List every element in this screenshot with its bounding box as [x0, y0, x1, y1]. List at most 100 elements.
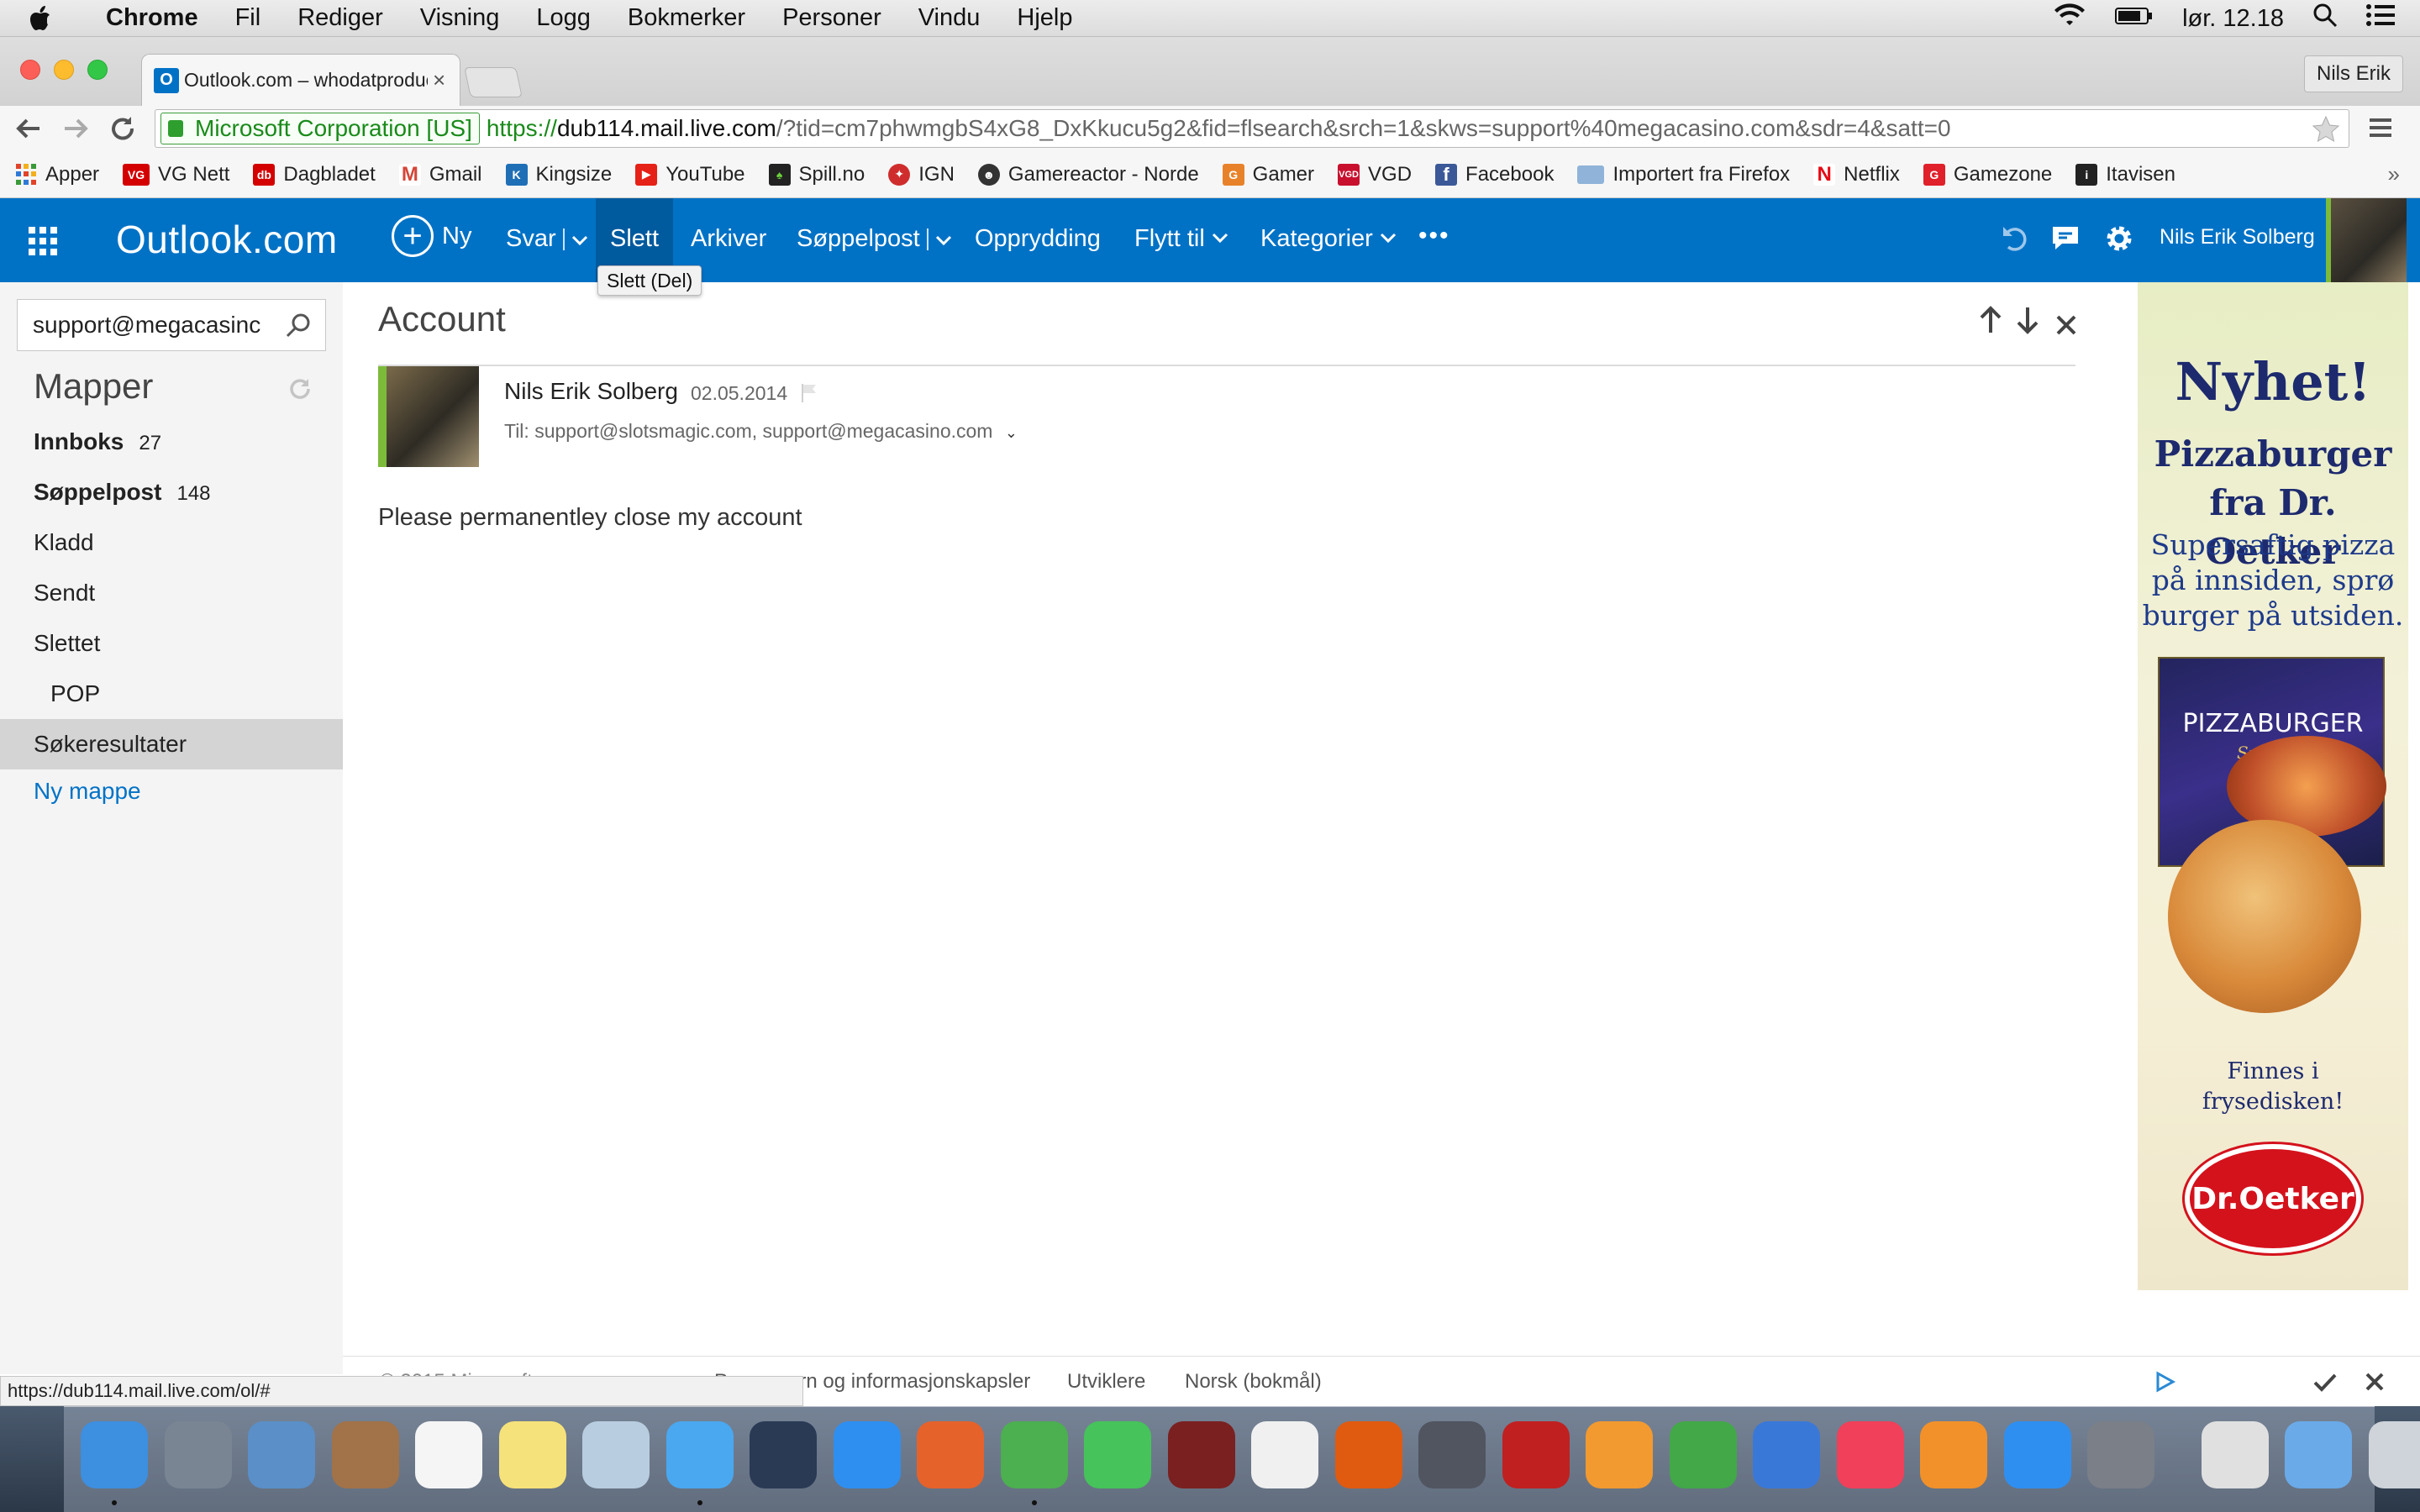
advertisement[interactable]: Nyhet! Pizzaburger fra Dr. Oetker Supers…: [2138, 282, 2408, 1290]
bookmark-folder-firefox[interactable]: Importert fra Firefox: [1577, 163, 1790, 186]
back-arrow-icon[interactable]: [12, 114, 45, 143]
folder-sent[interactable]: Sendt: [34, 580, 95, 606]
bookmark-itavisen[interactable]: i Itavisen: [2075, 163, 2175, 186]
notes-icon[interactable]: [498, 1421, 566, 1488]
bookmark-vgd[interactable]: VGD VGD: [1338, 163, 1412, 186]
menu-rediger[interactable]: Rediger: [297, 4, 383, 32]
ibooks-icon[interactable]: [1920, 1421, 1987, 1488]
app-launcher-icon[interactable]: [29, 227, 57, 255]
bookmark-kingsize[interactable]: K Kingsize: [505, 163, 612, 186]
bookmark-vg-nett[interactable]: VG VG Nett: [123, 163, 229, 186]
sender-name[interactable]: Nils Erik Solberg: [504, 378, 678, 405]
close-icon[interactable]: [2055, 311, 2077, 344]
chrome-icon[interactable]: [1000, 1421, 1068, 1488]
search-input[interactable]: support@megacasinc: [17, 299, 326, 351]
bookmark-facebook[interactable]: f Facebook: [1435, 163, 1554, 186]
language-link[interactable]: Norsk (bokmål): [1185, 1370, 1322, 1394]
gear-icon[interactable]: [2102, 222, 2136, 260]
sender-avatar[interactable]: [378, 366, 479, 467]
apple-menu-icon[interactable]: [30, 0, 71, 37]
menu-fil[interactable]: Fil: [235, 4, 261, 32]
chrome-menu-icon[interactable]: [2366, 114, 2395, 143]
profile-button[interactable]: Nils Erik: [2304, 55, 2403, 92]
menu-vindu[interactable]: Vindu: [918, 4, 981, 32]
chevron-down-icon[interactable]: [935, 225, 952, 253]
bookmark-star-icon[interactable]: [2312, 115, 2340, 147]
appstore-icon[interactable]: [2003, 1421, 2071, 1488]
facetime-icon[interactable]: [1084, 1421, 1151, 1488]
flag-icon[interactable]: [800, 383, 818, 408]
photobooth-icon[interactable]: [1167, 1421, 1235, 1488]
move-to-button[interactable]: Flytt til: [1134, 225, 1228, 253]
wifi-icon[interactable]: [2053, 3, 2086, 34]
clock[interactable]: lør. 12.18: [2182, 5, 2284, 33]
folder-junk[interactable]: Søppelpost 148: [34, 479, 211, 506]
quicktime-icon[interactable]: [750, 1421, 817, 1488]
preview-icon[interactable]: [582, 1421, 650, 1488]
bookmark-gamezone[interactable]: G Gamezone: [1923, 163, 2052, 186]
user-avatar[interactable]: [2326, 198, 2407, 282]
new-message-button[interactable]: + Ny: [392, 215, 471, 257]
menu-personer[interactable]: Personer: [782, 4, 881, 32]
keynote-icon[interactable]: [1753, 1421, 1820, 1488]
bookmark-netflix[interactable]: N Netflix: [1813, 163, 1900, 186]
window-zoom-button[interactable]: [87, 60, 108, 80]
bookmark-spill[interactable]: ♠ Spill.no: [768, 163, 865, 186]
undo-icon[interactable]: [2000, 223, 2030, 258]
bookmark-apper[interactable]: Apper: [15, 163, 99, 186]
forward-arrow-icon[interactable]: [59, 114, 92, 143]
folder-deleted[interactable]: Slettet: [34, 630, 100, 657]
new-tab-button[interactable]: [464, 67, 523, 97]
sweep-button[interactable]: Opprydding: [975, 225, 1101, 253]
junk-button[interactable]: Søppelpost: [797, 225, 952, 253]
tab-close-icon[interactable]: ×: [433, 67, 445, 93]
ev-certificate-badge[interactable]: Microsoft Corporation [US]: [160, 113, 480, 144]
photos-icon[interactable]: [1251, 1421, 1318, 1488]
contacts-icon[interactable]: [331, 1421, 399, 1488]
archive-button[interactable]: Arkiver: [691, 225, 766, 253]
numbers-icon[interactable]: [1669, 1421, 1737, 1488]
spotlight-search-icon[interactable]: [2312, 3, 2338, 34]
search-icon[interactable]: [285, 312, 312, 339]
menu-app-name[interactable]: Chrome: [106, 4, 198, 32]
previous-message-arrow-icon[interactable]: [1978, 306, 2003, 342]
reason-icon[interactable]: [1334, 1421, 1402, 1488]
folder-drafts[interactable]: Kladd: [34, 529, 94, 556]
launchpad-icon[interactable]: [164, 1421, 232, 1488]
documents-icon[interactable]: [2201, 1421, 2269, 1488]
folder-pop[interactable]: POP: [50, 680, 100, 707]
address-bar[interactable]: Microsoft Corporation [US] https:// dub1…: [155, 109, 2349, 148]
calendar-icon[interactable]: [415, 1421, 482, 1488]
battery-icon[interactable]: [2115, 5, 2154, 33]
browser-tab-outlook[interactable]: O Outlook.com – whodatproductions@h ×: [141, 54, 460, 106]
chat-icon[interactable]: [2050, 223, 2081, 258]
outlook-brand[interactable]: Outlook.com: [116, 217, 338, 262]
expand-recipients-icon[interactable]: ⌄: [1005, 424, 1018, 441]
bookmark-gamereactor[interactable]: ☻ Gamereactor - Norde: [977, 163, 1199, 186]
safari-icon[interactable]: [833, 1421, 901, 1488]
mpc-icon[interactable]: [1502, 1421, 1570, 1488]
notification-center-icon[interactable]: [2366, 3, 2395, 34]
folder-inbox[interactable]: Innboks 27: [34, 428, 161, 455]
bookmarks-overflow-icon[interactable]: »: [2388, 161, 2400, 187]
firefox-icon[interactable]: [917, 1421, 984, 1488]
developers-link[interactable]: Utviklere: [1067, 1370, 1145, 1394]
chevron-down-icon[interactable]: [571, 225, 588, 253]
more-commands-button[interactable]: •••: [1418, 222, 1450, 250]
itunes-icon[interactable]: [1836, 1421, 1904, 1488]
downloads-folder-icon[interactable]: [2285, 1421, 2352, 1488]
bookmark-gamer[interactable]: G Gamer: [1222, 163, 1314, 186]
menu-hjelp[interactable]: Hjelp: [1017, 4, 1072, 32]
menu-logg[interactable]: Logg: [536, 4, 591, 32]
categories-button[interactable]: Kategorier: [1260, 225, 1397, 253]
new-folder-link[interactable]: Ny mappe: [34, 778, 141, 805]
reload-icon[interactable]: [106, 114, 139, 143]
delete-button[interactable]: Slett: [610, 225, 659, 253]
window-close-button[interactable]: [20, 60, 40, 80]
logic-icon[interactable]: [1418, 1421, 1486, 1488]
checkmark-icon[interactable]: [2312, 1372, 2338, 1398]
adchoices-icon[interactable]: [2153, 1370, 2176, 1398]
bookmark-youtube[interactable]: ▶ YouTube: [635, 163, 745, 186]
close-ad-icon[interactable]: [2365, 1372, 2385, 1396]
system-preferences-icon[interactable]: [2087, 1421, 2154, 1488]
